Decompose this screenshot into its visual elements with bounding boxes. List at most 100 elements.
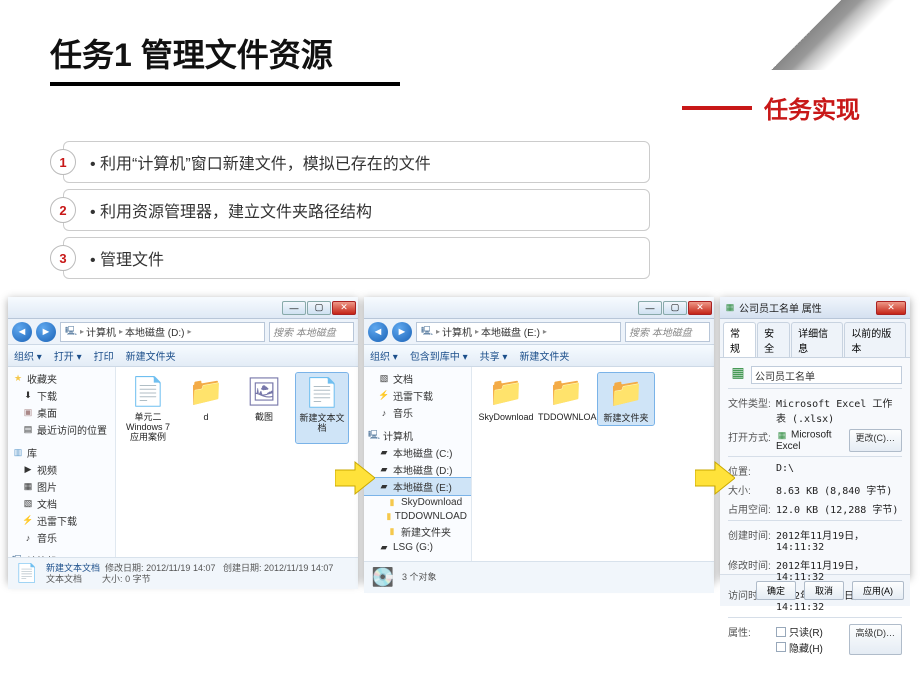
folder-icon: 📁 xyxy=(487,373,525,411)
close-button[interactable]: ✕ xyxy=(688,301,712,315)
minimize-button[interactable]: — xyxy=(638,301,662,315)
libraries-group[interactable]: ▥库 xyxy=(8,444,115,461)
sidebar-item[interactable]: ▣桌面 xyxy=(8,404,115,421)
organize-menu[interactable]: 组织 ▾ xyxy=(370,348,398,363)
sidebar-item[interactable]: ▤最近访问的位置 xyxy=(8,421,115,438)
apply-button[interactable]: 应用(A) xyxy=(852,581,904,600)
sidebar-item[interactable]: ▧文档 xyxy=(8,495,115,512)
task-number: 3 xyxy=(50,245,76,271)
file-item[interactable]: 📄 单元二 Windows 7应用案例 xyxy=(122,373,174,443)
sidebar-item[interactable]: ▮TDDOWNLOAD xyxy=(364,509,471,523)
task-row: 1 • 利用“计算机”窗口新建文件，模拟已存在的文件 xyxy=(50,141,650,183)
task-row: 2 • 利用资源管理器，建立文件夹路径结构 xyxy=(50,189,650,231)
title-underline xyxy=(50,82,400,86)
computer-icon: 🖳 xyxy=(421,326,433,338)
back-button[interactable]: ◄ xyxy=(12,322,32,342)
music-icon: ♪ xyxy=(378,407,390,419)
tab-previous[interactable]: 以前的版本 xyxy=(844,322,906,357)
minimize-button[interactable]: — xyxy=(282,301,306,315)
computer-group[interactable]: 🖳计算机 xyxy=(364,427,471,444)
file-pane[interactable]: 📁 SkyDownload 📁 TDDOWNLOAD 📁 新建文件夹 xyxy=(472,367,714,561)
arrow-icon xyxy=(695,460,735,496)
window-titlebar: — ▢ ✕ xyxy=(364,297,714,319)
close-button[interactable]: ✕ xyxy=(876,301,906,315)
address-bar: ◄ ► 🖳 ▸ 计算机 ▸ 本地磁盘 (E:) ▸ 搜索 本地磁盘 xyxy=(364,319,714,345)
sidebar-item[interactable]: ♪音乐 xyxy=(8,529,115,546)
maximize-button[interactable]: ▢ xyxy=(307,301,331,315)
breadcrumb[interactable]: 🖳 ▸ 计算机 ▸ 本地磁盘 (D:) ▸ xyxy=(60,322,265,342)
tab-security[interactable]: 安全 xyxy=(757,322,790,357)
file-item-selected[interactable]: 📁 新建文件夹 xyxy=(598,373,654,425)
hidden-checkbox[interactable]: 隐藏(H) xyxy=(776,640,823,655)
dialog-body: ▦ 公司员工名单 文件类型:Microsoft Excel 工作表 (.xlsx… xyxy=(720,358,910,574)
text-icon: 📄 xyxy=(303,374,341,412)
tab-strip: 常规 安全 详细信息 以前的版本 xyxy=(720,319,910,358)
change-button[interactable]: 更改(C)… xyxy=(849,429,903,452)
sidebar-item[interactable]: ⚡迅雷下载 xyxy=(8,512,115,529)
sidebar-item-selected[interactable]: ▰本地磁盘 (E:) xyxy=(364,478,471,495)
sidebar-item[interactable]: ▰本地磁盘 (D:) xyxy=(364,461,471,478)
organize-menu[interactable]: 组织 ▾ xyxy=(14,348,42,363)
disk-icon: ▰ xyxy=(378,464,390,476)
advanced-button[interactable]: 高级(D)… xyxy=(849,624,903,655)
forward-button[interactable]: ► xyxy=(36,322,56,342)
sidebar-item[interactable]: ⚡迅雷下载 xyxy=(364,387,471,404)
sidebar-item[interactable]: ♪音乐 xyxy=(364,404,471,421)
window-titlebar: — ▢ ✕ xyxy=(8,297,358,319)
document-icon: ▧ xyxy=(22,498,34,510)
folder-icon: ▮ xyxy=(386,526,398,538)
new-folder-button[interactable]: 新建文件夹 xyxy=(126,348,176,363)
folder-icon: 📁 xyxy=(187,373,225,411)
file-item-selected[interactable]: 📄 新建文本文档 xyxy=(296,373,348,443)
properties-dialog: ▦ 公司员工名单 属性 ✕ 常规 安全 详细信息 以前的版本 ▦ 公司员工名单 … xyxy=(720,297,910,577)
file-item[interactable]: 📁 d xyxy=(180,373,232,443)
computer-icon: 🖳 xyxy=(368,430,380,442)
readonly-checkbox[interactable]: 只读(R) xyxy=(776,624,823,639)
word-icon: 📄 xyxy=(129,373,167,411)
search-input[interactable]: 搜索 本地磁盘 xyxy=(625,322,710,342)
file-item[interactable]: 📁 SkyDownload xyxy=(478,373,534,425)
open-menu[interactable]: 打开 ▾ xyxy=(54,348,82,363)
network-group[interactable]: 🖧网络 xyxy=(364,560,471,561)
breadcrumb[interactable]: 🖳 ▸ 计算机 ▸ 本地磁盘 (E:) ▸ xyxy=(416,322,621,342)
toolbar: 组织 ▾ 包含到库中 ▾ 共享 ▾ 新建文件夹 xyxy=(364,345,714,367)
filename-input[interactable]: 公司员工名单 xyxy=(751,366,902,384)
tab-general[interactable]: 常规 xyxy=(723,322,756,357)
search-input[interactable]: 搜索 本地磁盘 xyxy=(269,322,354,342)
new-folder-button[interactable]: 新建文件夹 xyxy=(519,348,569,363)
ok-button[interactable]: 确定 xyxy=(756,581,796,600)
dialog-titlebar: ▦ 公司员工名单 属性 ✕ xyxy=(720,297,910,319)
thunder-icon: ⚡ xyxy=(22,515,34,527)
sidebar-item[interactable]: ▦图片 xyxy=(8,478,115,495)
print-button[interactable]: 打印 xyxy=(94,348,114,363)
computer-icon: 🖳 xyxy=(65,326,77,338)
cancel-button[interactable]: 取消 xyxy=(804,581,844,600)
image-icon: 🖼 xyxy=(245,373,283,411)
favorites-group[interactable]: ★收藏夹 xyxy=(8,370,115,387)
include-library-menu[interactable]: 包含到库中 ▾ xyxy=(410,348,468,363)
maximize-button[interactable]: ▢ xyxy=(663,301,687,315)
file-item[interactable]: 🖼 截图 xyxy=(238,373,290,443)
tab-details[interactable]: 详细信息 xyxy=(791,322,843,357)
nav-sidebar: ▧文档 ⚡迅雷下载 ♪音乐 🖳计算机 ▰本地磁盘 (C:) ▰本地磁盘 (D:)… xyxy=(364,367,472,561)
sidebar-item[interactable]: ⬇下载 xyxy=(8,387,115,404)
computer-icon: 🖳 xyxy=(12,555,24,558)
disk-icon: ▰ xyxy=(378,481,390,493)
share-menu[interactable]: 共享 ▾ xyxy=(480,348,508,363)
computer-group[interactable]: 🖳计算机 xyxy=(8,552,115,557)
sidebar-item[interactable]: ▰LSG (G:) xyxy=(364,540,471,554)
file-pane[interactable]: 📄 单元二 Windows 7应用案例 📁 d 🖼 截图 📄 新建文本文档 xyxy=(116,367,358,557)
file-item[interactable]: 📁 TDDOWNLOAD xyxy=(538,373,594,425)
sidebar-item[interactable]: ▮SkyDownload xyxy=(364,495,471,509)
sidebar-item[interactable]: ▮新建文件夹 xyxy=(364,523,471,540)
task-number: 2 xyxy=(50,197,76,223)
document-icon: ▧ xyxy=(378,373,390,385)
explorer-window-d: — ▢ ✕ ◄ ► 🖳 ▸ 计算机 ▸ 本地磁盘 (D:) ▸ 搜索 本地磁盘 … xyxy=(8,297,358,582)
sidebar-item[interactable]: ▧文档 xyxy=(364,370,471,387)
forward-button[interactable]: ► xyxy=(392,322,412,342)
sidebar-item[interactable]: ▰本地磁盘 (C:) xyxy=(364,444,471,461)
excel-icon: ▦ xyxy=(728,366,748,378)
close-button[interactable]: ✕ xyxy=(332,301,356,315)
back-button[interactable]: ◄ xyxy=(368,322,388,342)
sidebar-item[interactable]: ▶视频 xyxy=(8,461,115,478)
